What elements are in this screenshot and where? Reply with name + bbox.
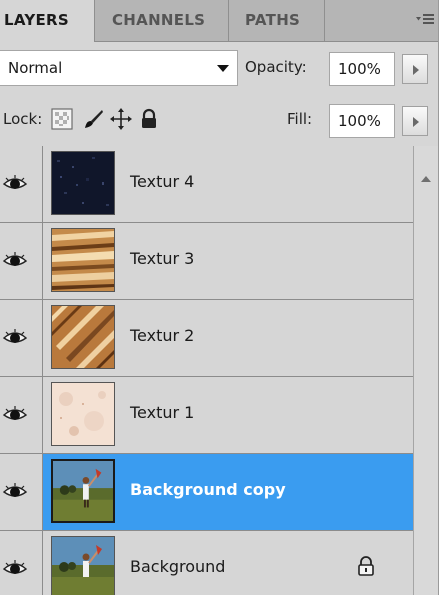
- tab-channels[interactable]: CHANNELS: [95, 0, 229, 41]
- eye-icon: [2, 175, 28, 189]
- blend-mode-select[interactable]: Normal: [0, 50, 238, 86]
- fill-label: Fill:: [287, 110, 313, 128]
- layer-name: Textur 3: [130, 249, 195, 268]
- lock-icon: [358, 556, 374, 576]
- tab-paths[interactable]: PATHS: [229, 0, 325, 41]
- lock-all-icon[interactable]: [138, 108, 160, 130]
- visibility-toggle[interactable]: [0, 531, 43, 595]
- layer-name: Textur 1: [130, 403, 195, 422]
- layer-name: Textur 2: [130, 326, 195, 345]
- layer-name: Background copy: [130, 480, 286, 499]
- opacity-slider-button[interactable]: [402, 54, 428, 84]
- tab-layers[interactable]: LAYERS: [0, 0, 95, 42]
- eye-icon: [2, 560, 28, 574]
- texture-wood-diagonal-icon: [51, 305, 115, 369]
- lock-paint-icon[interactable]: [82, 108, 104, 130]
- layer-name: Textur 4: [130, 172, 195, 191]
- layer-name: Background: [130, 557, 226, 576]
- visibility-toggle[interactable]: [0, 223, 43, 299]
- blend-row: Normal Opacity: 100%: [0, 42, 438, 96]
- tab-bar: LAYERS CHANNELS PATHS: [0, 0, 438, 42]
- eye-icon: [2, 252, 28, 266]
- panel-menu-icon[interactable]: [416, 12, 434, 28]
- layer-row[interactable]: Textur 1: [0, 377, 413, 454]
- blend-mode-value: Normal: [8, 59, 63, 77]
- visibility-toggle[interactable]: [0, 377, 43, 453]
- fill-input[interactable]: 100%: [329, 104, 395, 138]
- photo-thumbnail-icon: [51, 459, 115, 523]
- layer-row[interactable]: Textur 2: [0, 300, 413, 377]
- layer-row[interactable]: Textur 3: [0, 223, 413, 300]
- opacity-label: Opacity:: [245, 58, 307, 76]
- lock-position-icon[interactable]: [110, 108, 132, 130]
- photo-thumbnail-icon: [51, 536, 115, 595]
- visibility-toggle[interactable]: [0, 300, 43, 376]
- fill-value: 100%: [338, 112, 381, 130]
- texture-wood-icon: [51, 228, 115, 292]
- layers-list: Textur 4 Textur 3 Textur 2 Textur 1 Back…: [0, 146, 438, 595]
- visibility-toggle[interactable]: [0, 454, 43, 530]
- visibility-toggle[interactable]: [0, 146, 43, 222]
- fill-slider-button[interactable]: [402, 106, 428, 136]
- layers-panel: LAYERS CHANNELS PATHS Normal Opacity: 10…: [0, 0, 439, 595]
- eye-icon: [2, 483, 28, 497]
- eye-icon: [2, 329, 28, 343]
- chevron-down-icon: [217, 65, 229, 72]
- layer-row[interactable]: Textur 4: [0, 146, 413, 223]
- texture-paper-icon: [51, 382, 115, 446]
- layer-row[interactable]: Background: [0, 531, 413, 595]
- eye-icon: [2, 406, 28, 420]
- layers-scrollbar[interactable]: [413, 146, 438, 595]
- layer-row-selected[interactable]: Background copy: [0, 454, 413, 531]
- lock-label: Lock:: [3, 110, 43, 128]
- texture-dark-icon: [51, 151, 115, 215]
- lock-transparency-icon[interactable]: [51, 108, 73, 130]
- scroll-up-icon[interactable]: [421, 176, 431, 182]
- opacity-value: 100%: [338, 60, 381, 78]
- opacity-input[interactable]: 100%: [329, 52, 395, 86]
- lock-row: Lock: Fill: 100%: [0, 96, 438, 147]
